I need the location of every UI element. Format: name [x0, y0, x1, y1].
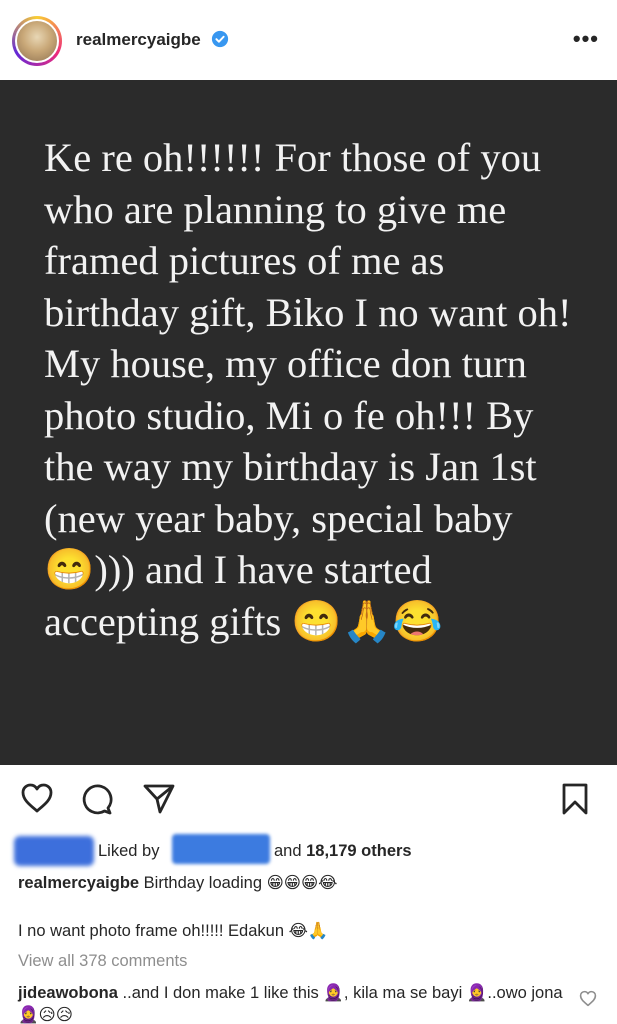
username-label[interactable]: realmercyaigbe: [76, 30, 201, 49]
bookmark-icon[interactable]: [560, 782, 590, 816]
comment-icon[interactable]: [80, 782, 114, 816]
comment-username[interactable]: jideawobona: [18, 984, 118, 1002]
post-text: Ke re oh!!!!!! For those of you who are …: [44, 135, 572, 644]
liked-user-redacted: [172, 834, 270, 864]
caption-username[interactable]: realmercyaigbe: [18, 874, 139, 892]
caption-line2: I no want photo frame oh!!!!! Edakun 😂🙏: [18, 922, 329, 940]
caption-text: Birthday loading 😁😁😁😂: [143, 874, 338, 892]
verified-icon: [212, 30, 229, 48]
post-header: realmercyaigbe •••: [0, 0, 617, 80]
liked-avatars: [14, 836, 94, 866]
view-all-comments[interactable]: View all 378 comments: [18, 952, 187, 971]
heart-icon[interactable]: [20, 782, 54, 814]
liked-and: and: [274, 842, 302, 860]
liked-prefix: Liked by: [98, 842, 160, 860]
share-icon[interactable]: [142, 782, 176, 816]
caption: realmercyaigbe Birthday loading 😁😁😁😂: [18, 873, 337, 893]
action-bar: [0, 778, 617, 826]
liked-others[interactable]: 18,179 others: [306, 842, 411, 860]
username[interactable]: realmercyaigbe: [76, 30, 229, 50]
likes-row[interactable]: Liked by and 18,179 others: [14, 834, 614, 870]
post-image[interactable]: Ke re oh!!!!!! For those of you who are …: [0, 80, 617, 765]
avatar[interactable]: [12, 16, 62, 66]
comment-item: jideawobona ..and I don make 1 like this…: [18, 982, 578, 1024]
more-icon[interactable]: •••: [573, 26, 599, 52]
small-heart-icon[interactable]: [579, 990, 597, 1007]
liked-count[interactable]: and 18,179 others: [274, 842, 412, 861]
